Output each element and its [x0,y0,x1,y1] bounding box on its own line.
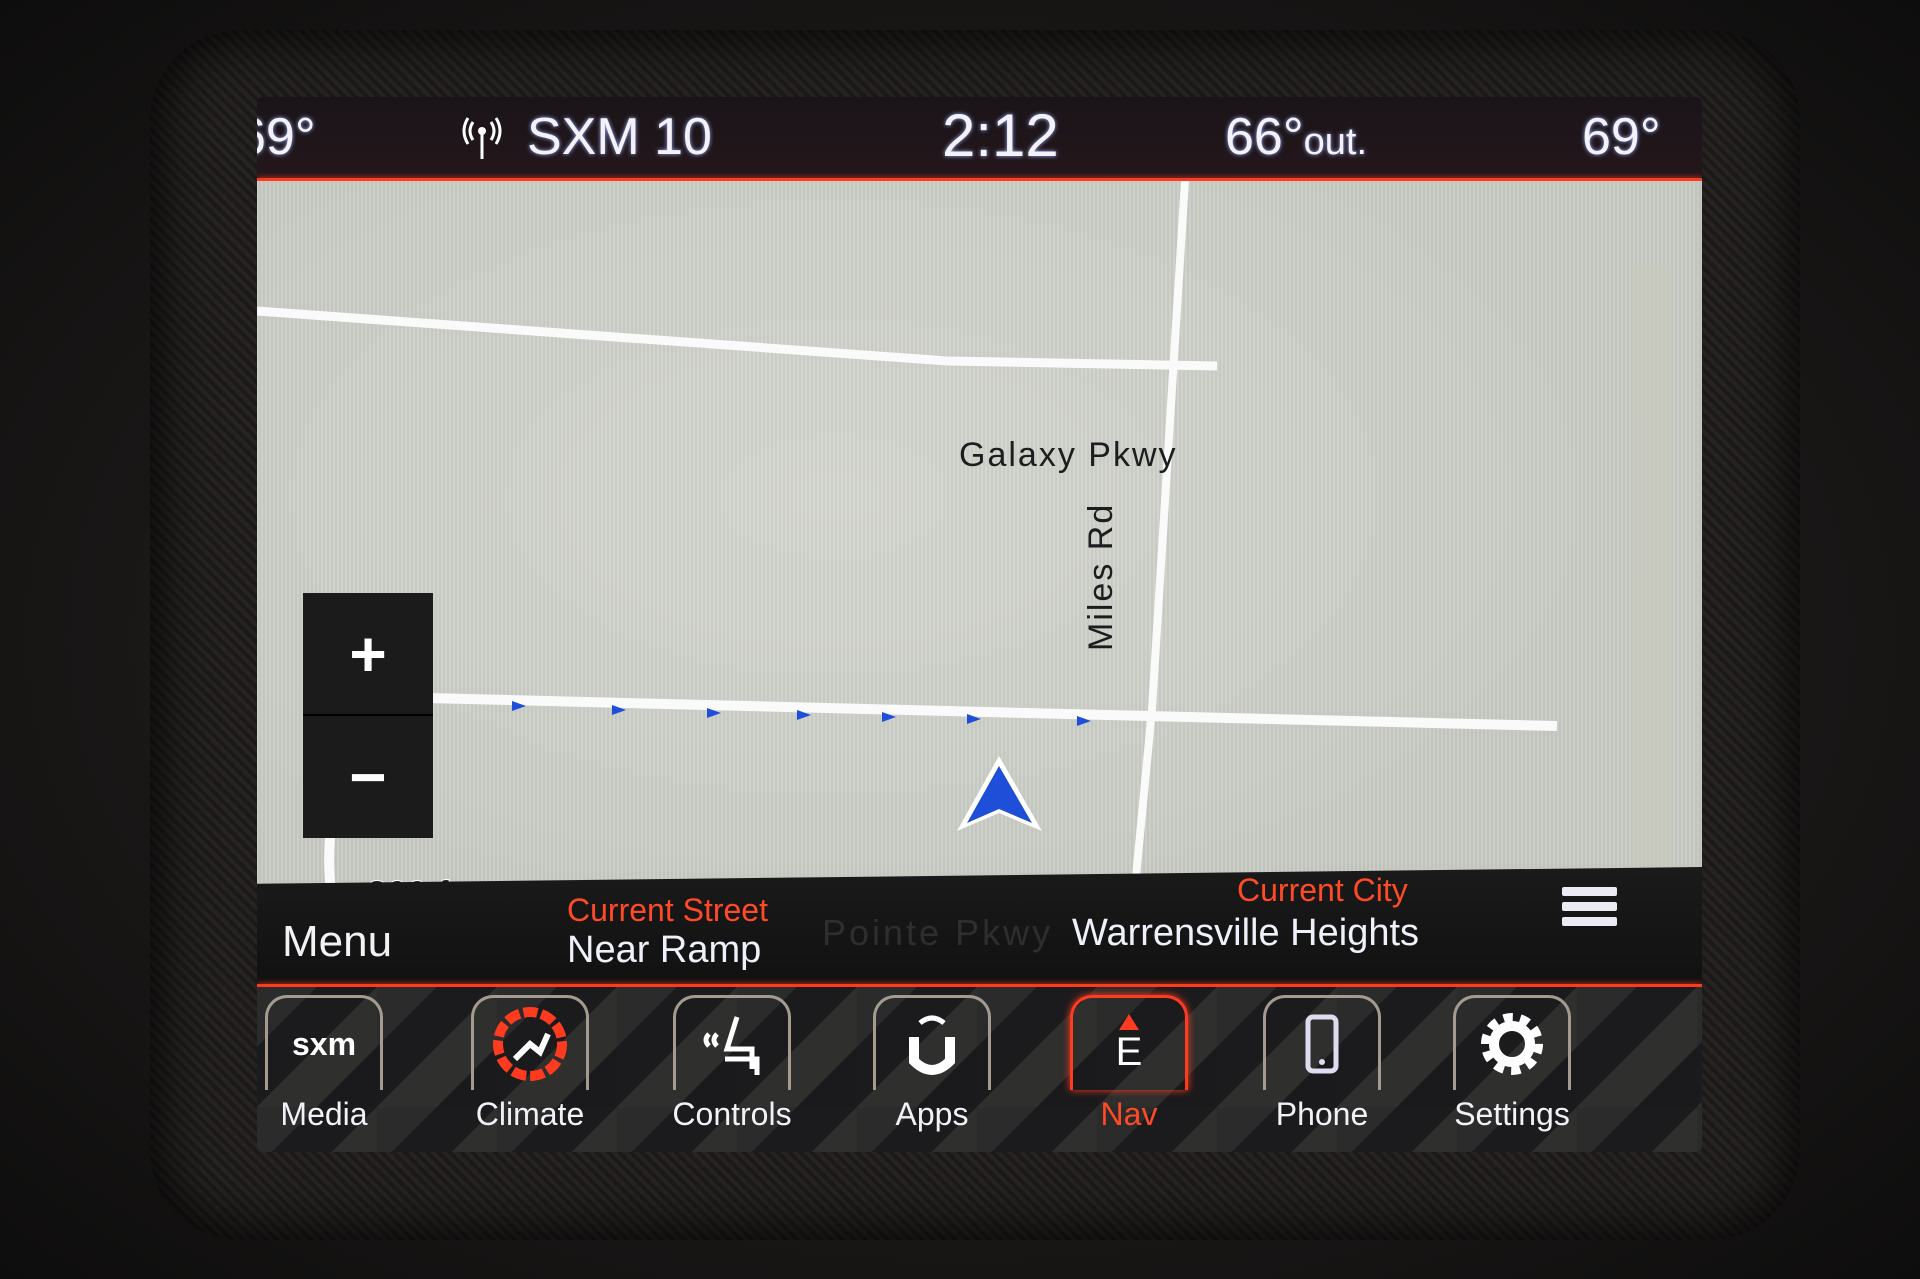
current-street-title: Current Street [567,892,768,928]
dock-label: Settings [1454,1096,1570,1132]
dock-item-nav[interactable]: E Nav [1064,995,1194,1145]
road-label-miles-rd: Miles Rd [1082,502,1120,651]
dock-item-apps[interactable]: Apps [867,995,997,1145]
current-street: Near Ramp [567,929,762,971]
dock-label: Media [280,1096,368,1132]
dock-label: Apps [895,1096,969,1132]
dock-item-settings[interactable]: Settings [1447,995,1577,1145]
antenna-signal-icon [462,117,502,159]
road-miles-rd [1123,181,1189,971]
zoom-control: + − [303,593,433,838]
dock-item-climate[interactable]: Climate [465,995,595,1145]
uconnect-screen: 69° SXM 10 2:12 66°out. 69° [257,97,1702,1152]
current-city: Warrensville Heights [1072,912,1420,954]
ghost-road-label: Pointe Pkwy [822,912,1054,953]
dock-item-controls[interactable]: Controls [667,995,797,1145]
outside-temp: 66°out. [1225,107,1367,167]
navigation-arrow-icon [957,756,1042,831]
dock-label: Phone [1275,1096,1369,1132]
status-bar: 69° SXM 10 2:12 66°out. 69° [257,97,1702,181]
gear-icon [1453,995,1571,1090]
sxm-glyph: sxm [291,1025,357,1062]
driver-temp[interactable]: 69° [257,107,316,167]
bottom-dock: sxm Media Climate Controls Apps E Nav Ph… [257,987,1702,1152]
climate-fan-icon [471,995,589,1090]
phone-icon [1263,995,1381,1090]
passenger-temp[interactable]: 69° [1582,107,1661,167]
dock-label: Controls [672,1096,792,1132]
uconnect-apps-icon [873,995,991,1090]
road-label-galaxy-pkwy: Galaxy Pkwy [959,436,1178,474]
sxm-logo-icon: sxm [265,995,383,1090]
dock-item-phone[interactable]: Phone [1257,995,1387,1145]
clock: 2:12 [942,102,1059,169]
compass-icon: E [1070,995,1188,1090]
dock-item-media[interactable]: sxm Media [259,995,389,1145]
zoom-out-button[interactable]: − [303,716,433,837]
dock-label: Nav [1100,1096,1158,1132]
radio-station[interactable]: SXM 10 [527,107,712,167]
current-city-title: Current City [1237,872,1408,908]
road-galaxy-pkwy [257,306,948,366]
map-view[interactable]: Galaxy Pkwy Miles Rd + − 300 ft [257,181,1702,1055]
dock-label: Climate [475,1096,585,1132]
outside-temp-suffix: out. [1303,121,1368,163]
outside-temp-value: 66° [1225,108,1304,166]
zoom-in-button[interactable]: + [303,593,433,716]
menu-button[interactable]: Menu [282,917,392,967]
hamburger-menu-icon[interactable] [1562,887,1617,937]
map-roads [257,181,1558,971]
seat-heat-icon [673,995,791,1090]
compass-heading: E [1115,1029,1143,1074]
